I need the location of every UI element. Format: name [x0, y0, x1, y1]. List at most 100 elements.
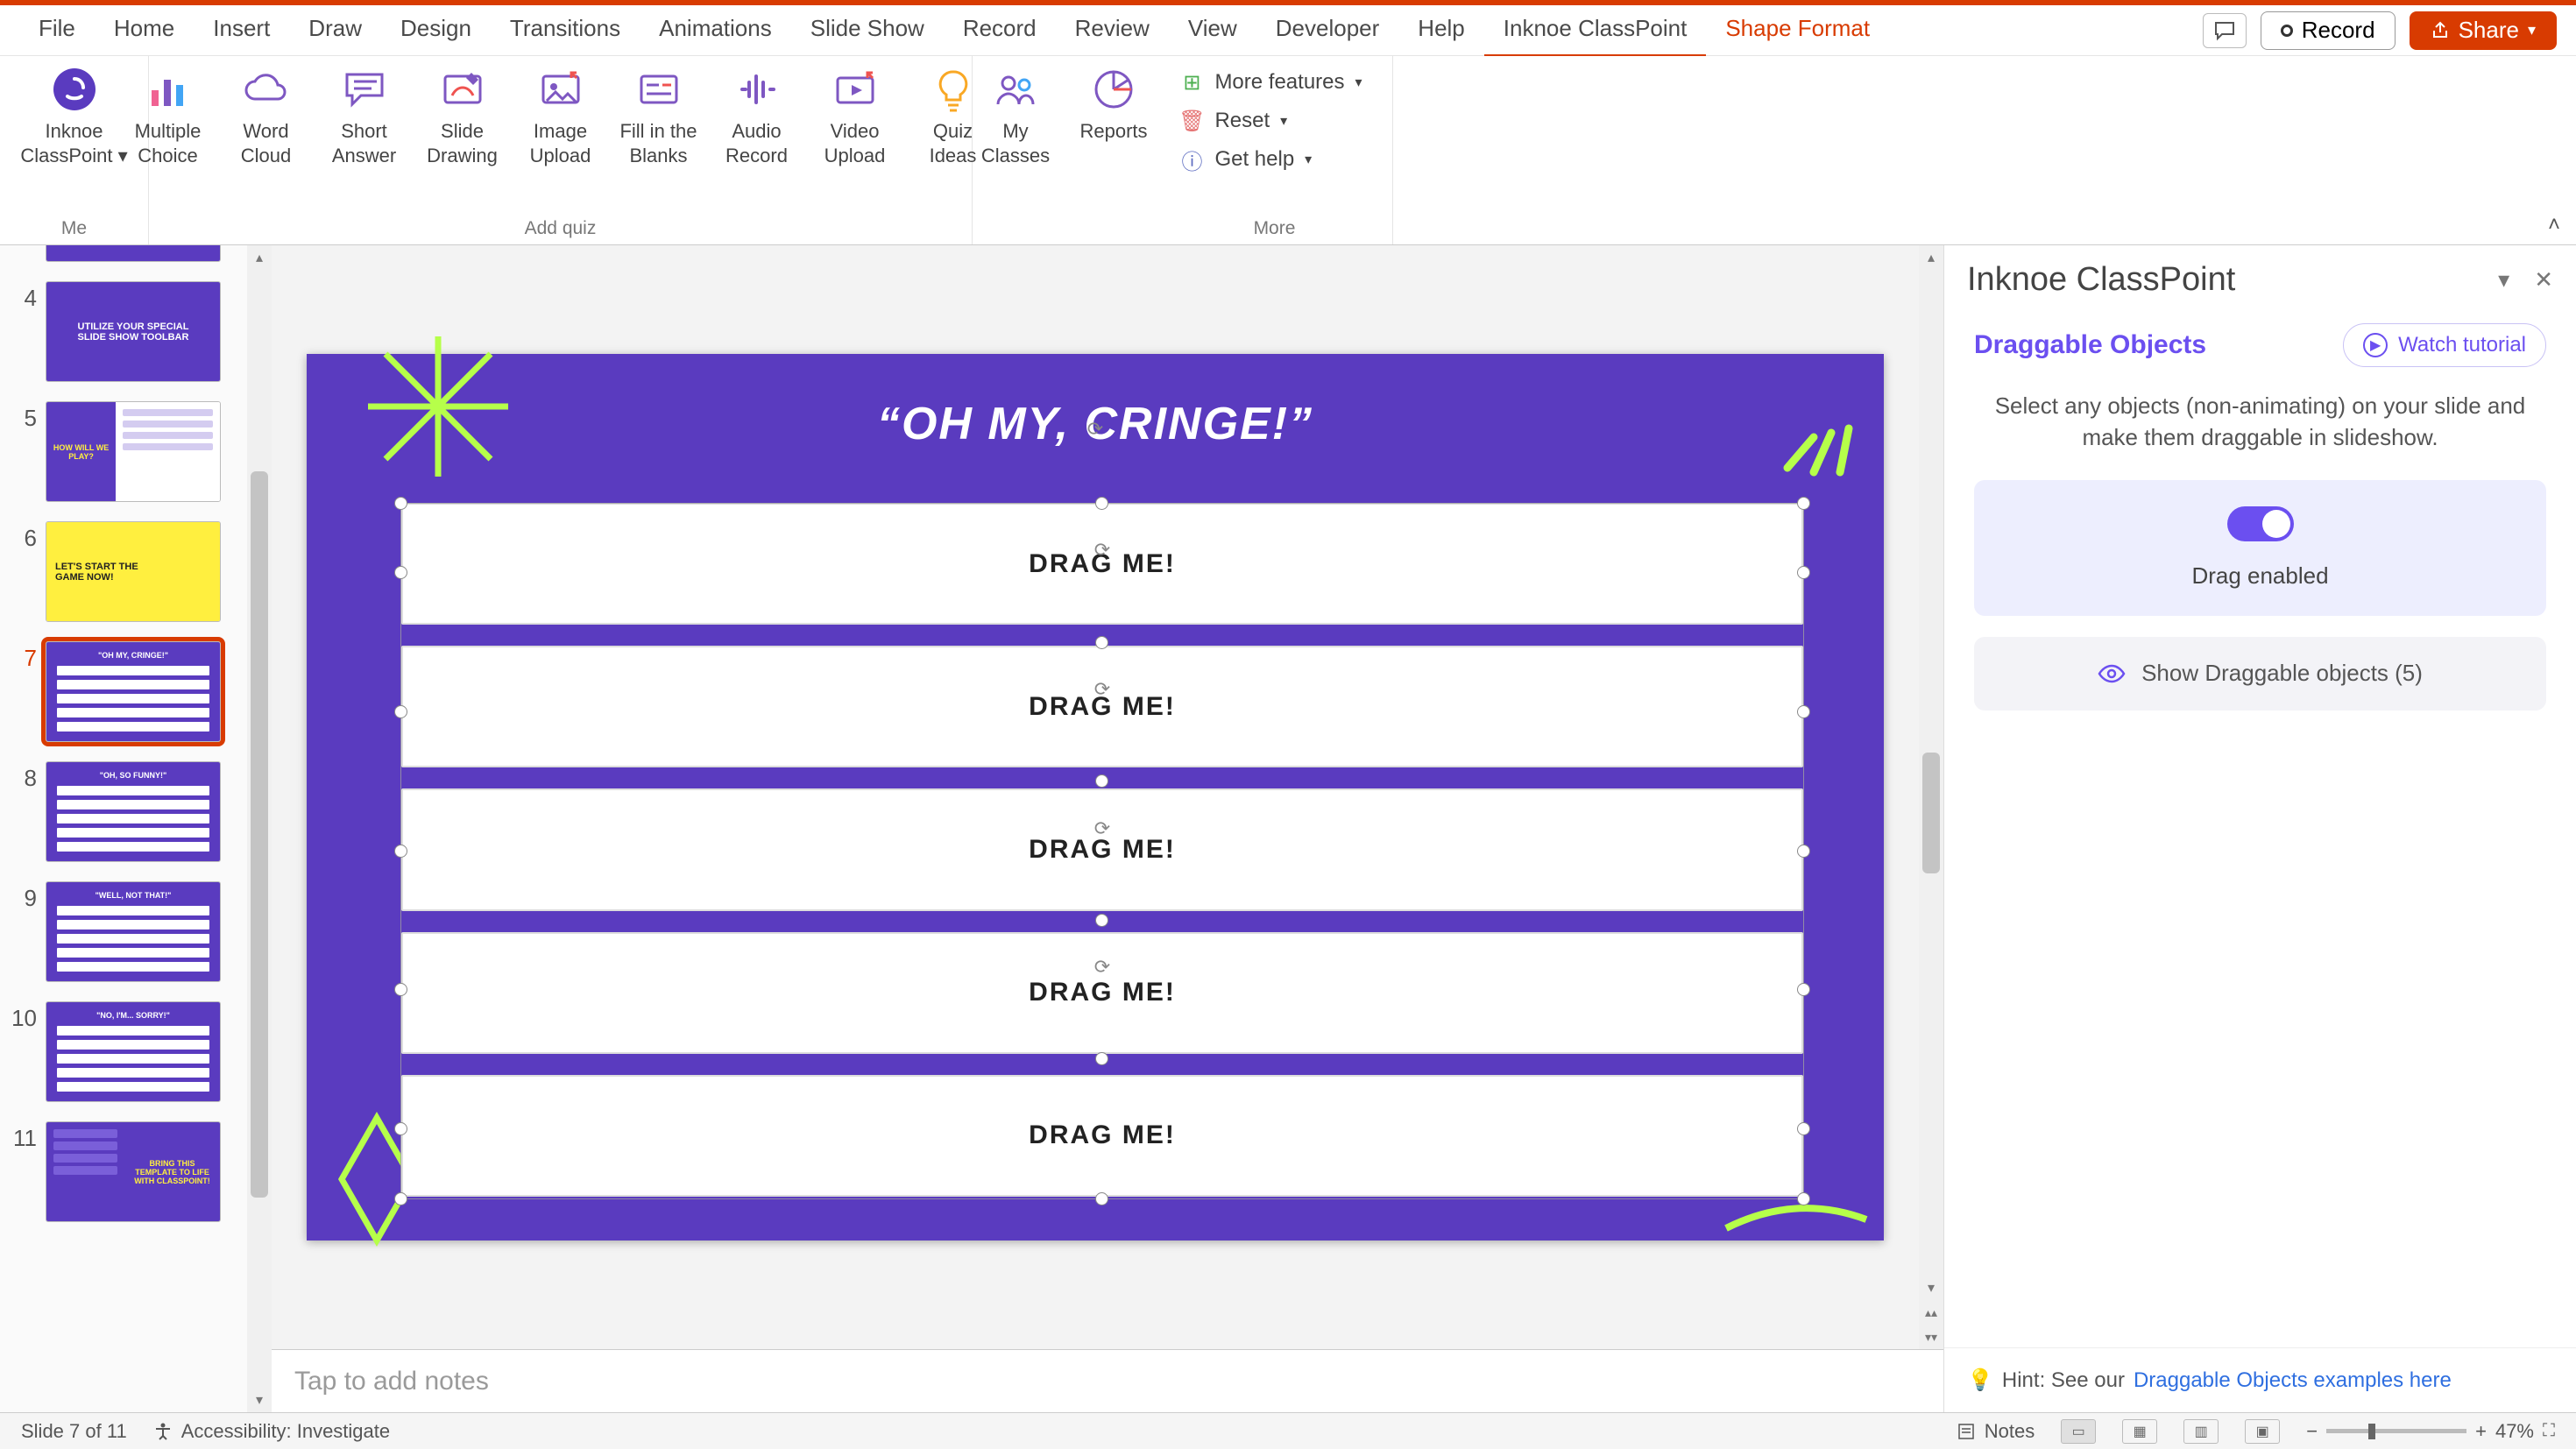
rotate-handle-icon[interactable]: ⟳ [1090, 538, 1115, 562]
tab-file[interactable]: File [19, 3, 95, 58]
notes-pane[interactable]: Tap to add notes [272, 1349, 1943, 1412]
resize-handle[interactable] [1095, 774, 1108, 788]
resize-handle[interactable] [1797, 705, 1810, 718]
zoom-slider-knob[interactable] [2368, 1424, 2375, 1439]
prev-slide-icon[interactable]: ▴▴ [1919, 1300, 1943, 1325]
scroll-down-icon[interactable]: ▾ [247, 1388, 272, 1412]
image-upload-button[interactable]: ImageUpload [517, 65, 605, 167]
tab-inknoe-classpoint[interactable]: Inknoe ClassPoint [1484, 3, 1707, 58]
tab-help[interactable]: Help [1398, 3, 1483, 58]
panel-close-button[interactable]: ✕ [2534, 266, 2553, 293]
resize-handle[interactable] [1797, 1192, 1810, 1205]
resize-handle[interactable] [394, 566, 407, 579]
zoom-slider[interactable] [2326, 1429, 2466, 1433]
rotate-handle-icon[interactable]: ⟳ [1090, 955, 1115, 979]
rotate-handle-icon[interactable]: ⟳ [1090, 677, 1115, 702]
resize-handle[interactable] [394, 705, 407, 718]
tab-review[interactable]: Review [1056, 3, 1169, 58]
zoom-out-button[interactable]: − [2306, 1420, 2318, 1443]
my-classes-button[interactable]: MyClasses [972, 65, 1059, 167]
resize-handle[interactable] [1797, 497, 1810, 510]
slide-canvas[interactable]: “OH MY, CRINGE!” DRAG ME! DRAG ME! DRAG … [307, 354, 1884, 1240]
resize-handle[interactable] [1095, 1052, 1108, 1065]
notes-toggle-button[interactable]: Notes [1957, 1420, 2035, 1443]
tab-animations[interactable]: Animations [640, 3, 791, 58]
slide-drawing-button[interactable]: SlideDrawing [419, 65, 506, 167]
tab-view[interactable]: View [1169, 3, 1256, 58]
tab-transitions[interactable]: Transitions [491, 3, 640, 58]
slide-thumb-11[interactable]: BRING THIS TEMPLATE TO LIFE WITH CLASSPO… [46, 1121, 221, 1222]
word-cloud-button[interactable]: WordCloud [223, 65, 310, 167]
get-help-button[interactable]: ⓘ Get help ▾ [1179, 147, 1362, 172]
canvas-scrollbar[interactable]: ▴ ▾ ▴▴ ▾▾ [1919, 245, 1943, 1349]
zoom-in-button[interactable]: + [2475, 1420, 2487, 1443]
tab-slideshow[interactable]: Slide Show [791, 3, 944, 58]
inknoe-classpoint-button[interactable]: InknoeClassPoint ▾ [13, 65, 136, 167]
more-features-button[interactable]: ⊞ More features ▾ [1179, 70, 1362, 95]
accessibility-button[interactable]: Accessibility: Investigate [153, 1420, 390, 1443]
tab-draw[interactable]: Draw [289, 3, 381, 58]
drag-enabled-toggle[interactable] [2227, 506, 2294, 541]
tab-developer[interactable]: Developer [1256, 3, 1399, 58]
thumbnails-scrollbar[interactable]: ▴ ▾ [247, 245, 272, 1412]
resize-handle[interactable] [1095, 636, 1108, 649]
scroll-down-icon[interactable]: ▾ [1919, 1276, 1943, 1300]
short-answer-button[interactable]: ShortAnswer [321, 65, 408, 167]
rotate-handle-icon[interactable]: ⟳ [1090, 816, 1115, 841]
scrollbar-thumb[interactable] [1922, 753, 1940, 873]
show-draggable-button[interactable]: Show Draggable objects (5) [1974, 637, 2546, 710]
record-button[interactable]: Record [2261, 11, 2396, 50]
scroll-up-icon[interactable]: ▴ [1919, 245, 1943, 270]
reading-view-button[interactable]: ▥ [2183, 1419, 2219, 1444]
slide-thumb-6[interactable]: LET'S START THEGAME NOW! [46, 521, 221, 622]
resize-handle[interactable] [1095, 1192, 1108, 1205]
reports-button[interactable]: Reports [1070, 65, 1157, 144]
slideshow-view-button[interactable]: ▣ [2245, 1419, 2280, 1444]
resize-handle[interactable] [394, 845, 407, 858]
share-button[interactable]: Share ▾ [2410, 11, 2557, 50]
resize-handle[interactable] [394, 497, 407, 510]
normal-view-button[interactable]: ▭ [2061, 1419, 2096, 1444]
resize-handle[interactable] [1095, 914, 1108, 927]
comments-button[interactable] [2203, 13, 2247, 48]
tab-design[interactable]: Design [381, 3, 491, 58]
slide-thumb-8[interactable]: "OH, SO FUNNY!" [46, 761, 221, 862]
fill-blanks-button[interactable]: Fill in theBlanks [615, 65, 703, 167]
resize-handle[interactable] [1797, 983, 1810, 996]
scroll-up-icon[interactable]: ▴ [247, 245, 272, 270]
slide-thumb-3[interactable] [46, 245, 221, 262]
tab-insert[interactable]: Insert [194, 3, 289, 58]
scrollbar-thumb[interactable] [251, 471, 268, 1198]
video-upload-button[interactable]: VideoUpload [811, 65, 899, 167]
tab-shape-format[interactable]: Shape Format [1706, 3, 1889, 58]
share-icon [2431, 21, 2450, 40]
tab-home[interactable]: Home [95, 3, 194, 58]
resize-handle[interactable] [394, 1122, 407, 1135]
audio-record-button[interactable]: AudioRecord [713, 65, 801, 167]
zoom-level[interactable]: 47% [2495, 1420, 2534, 1443]
resize-handle[interactable] [1095, 497, 1108, 510]
resize-handle[interactable] [394, 983, 407, 996]
next-slide-icon[interactable]: ▾▾ [1919, 1325, 1943, 1349]
rotate-handle-icon[interactable]: ⟳ [1083, 417, 1108, 442]
slide-thumb-4[interactable]: UTILIZE YOUR SPECIALSLIDE SHOW TOOLBAR [46, 281, 221, 382]
resize-handle[interactable] [1797, 566, 1810, 579]
grid-icon: ▦ [2134, 1423, 2147, 1440]
thumb-text: LET'S START THE [55, 562, 211, 572]
resize-handle[interactable] [1797, 845, 1810, 858]
panel-menu-button[interactable]: ▾ [2498, 266, 2509, 293]
reset-button[interactable]: 🗑 Reset ▾ [1179, 109, 1362, 133]
collapse-ribbon-button[interactable]: ˄ [2548, 213, 2560, 237]
slide-thumb-7[interactable]: "OH MY, CRINGE!" [46, 641, 221, 742]
multiple-choice-button[interactable]: MultipleChoice [124, 65, 212, 167]
watch-tutorial-button[interactable]: ▶ Watch tutorial [2343, 323, 2546, 367]
resize-handle[interactable] [1797, 1122, 1810, 1135]
slide-thumb-9[interactable]: "WELL, NOT THAT!" [46, 881, 221, 982]
resize-handle[interactable] [394, 1192, 407, 1205]
slide-sorter-button[interactable]: ▦ [2122, 1419, 2157, 1444]
hint-link[interactable]: Draggable Objects examples here [2134, 1368, 2452, 1393]
slide-thumb-10[interactable]: "NO, I'M... SORRY!" [46, 1001, 221, 1102]
tab-record[interactable]: Record [944, 3, 1056, 58]
fit-window-button[interactable]: ⛶ [2543, 1421, 2555, 1441]
slide-thumb-5[interactable]: HOW WILL WE PLAY? [46, 401, 221, 502]
